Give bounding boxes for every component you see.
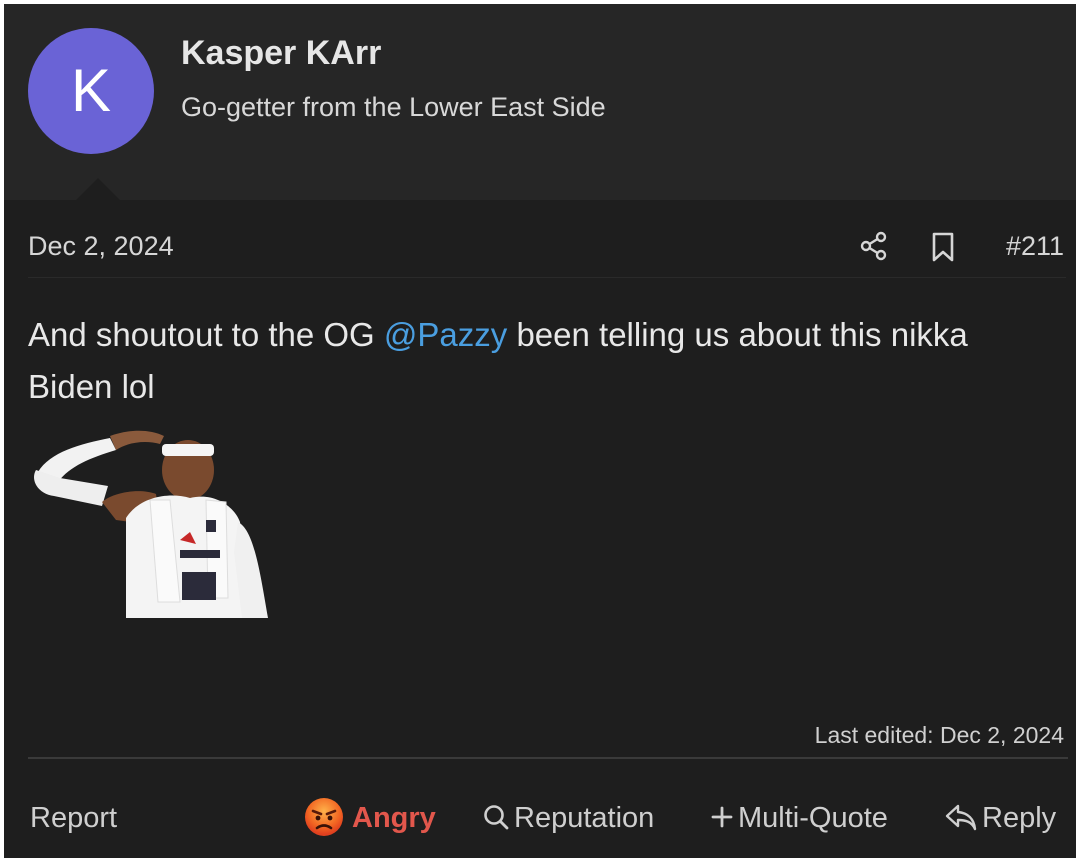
forum-post: K Kasper KArr Go-getter from the Lower E…	[4, 4, 1076, 858]
post-actions-bar: Report Angry Reputation Multi-Quote Repl…	[4, 798, 1076, 838]
report-link[interactable]: Report	[30, 798, 117, 838]
saluting-player-image[interactable]	[30, 422, 274, 620]
reply-button[interactable]: Reply	[944, 798, 1056, 838]
reaction-button[interactable]: Angry	[304, 798, 436, 838]
search-icon	[484, 805, 509, 830]
username[interactable]: Kasper KArr	[181, 34, 381, 73]
post-message: And shoutout to the OG @Pazzy been telli…	[28, 309, 1058, 413]
share-icon[interactable]	[858, 230, 890, 262]
divider	[28, 757, 1068, 759]
last-edited-note: Last edited: Dec 2, 2024	[814, 722, 1064, 748]
post-number-link[interactable]: #211	[1006, 231, 1064, 262]
reply-label: Reply	[982, 802, 1057, 834]
avatar[interactable]: K	[28, 28, 154, 154]
divider	[28, 277, 1066, 278]
reaction-label: Angry	[352, 802, 436, 834]
post-date[interactable]: Dec 2, 2024	[28, 231, 174, 262]
user-title: Go-getter from the Lower East Side	[181, 92, 606, 122]
post-header: K Kasper KArr Go-getter from the Lower E…	[4, 4, 1076, 200]
user-mention-link[interactable]: @Pazzy	[384, 316, 507, 353]
multi-quote-button[interactable]: Multi-Quote	[710, 798, 888, 838]
header-notch	[76, 178, 120, 200]
angry-face-icon	[305, 798, 343, 837]
bookmark-icon[interactable]	[929, 231, 957, 263]
message-text: And shoutout to the OG	[28, 316, 384, 353]
reply-icon	[945, 805, 977, 831]
plus-icon	[711, 806, 733, 828]
reputation-label: Reputation	[514, 802, 655, 834]
reputation-button[interactable]: Reputation	[482, 798, 654, 838]
multi-quote-label: Multi-Quote	[738, 802, 888, 834]
